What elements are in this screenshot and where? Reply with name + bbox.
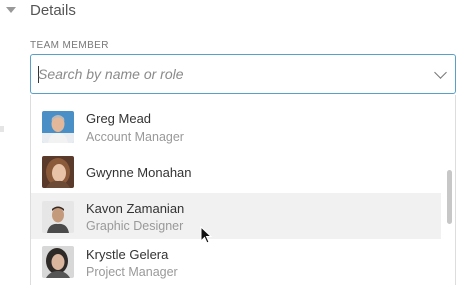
option-item[interactable]: Gwynne Monahan xyxy=(31,149,441,195)
options-dropdown[interactable]: Greg Mead Account Manager Gwynne Monahan… xyxy=(30,95,456,285)
option-role: Project Manager xyxy=(86,265,178,279)
option-item[interactable]: Krystle Gelera Project Manager xyxy=(31,239,441,285)
option-name: Kavon Zamanian xyxy=(86,201,185,216)
team-member-select[interactable] xyxy=(30,54,456,94)
caret-down-icon[interactable] xyxy=(6,7,16,13)
left-edge-mark xyxy=(0,126,4,132)
section-title: Details xyxy=(30,2,76,19)
mouse-pointer-icon xyxy=(200,225,213,249)
avatar xyxy=(42,246,74,278)
avatar xyxy=(42,201,74,233)
avatar xyxy=(42,111,74,143)
avatar xyxy=(42,156,74,188)
option-name: Gwynne Monahan xyxy=(86,165,192,180)
search-input[interactable] xyxy=(38,63,418,85)
option-item[interactable]: Kavon Zamanian Graphic Designer xyxy=(31,193,441,239)
option-role: Account Manager xyxy=(86,130,184,144)
option-name: Greg Mead xyxy=(86,111,152,126)
option-name: Krystle Gelera xyxy=(86,247,169,262)
chevron-down-icon[interactable] xyxy=(434,66,447,79)
option-role: Graphic Designer xyxy=(86,219,184,233)
option-item[interactable]: Greg Mead Account Manager xyxy=(31,102,441,148)
scrollbar-thumb[interactable] xyxy=(447,170,452,224)
field-label: TEAM MEMBER xyxy=(30,40,109,51)
